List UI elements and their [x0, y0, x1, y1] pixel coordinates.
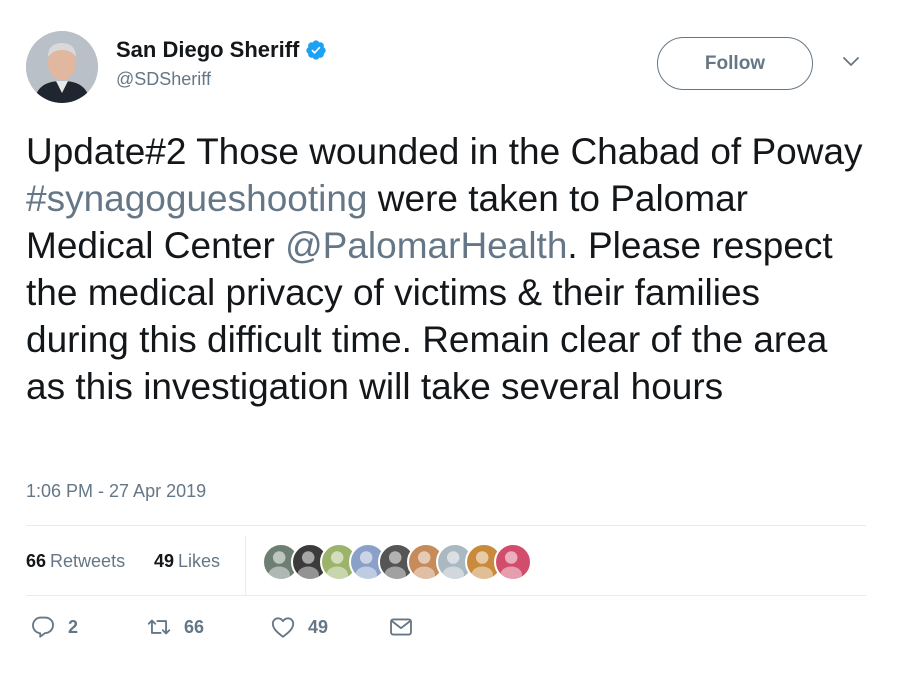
author-avatar-image [26, 31, 98, 103]
retweet-icon [147, 619, 171, 635]
author-handle[interactable]: @SDSheriff [116, 69, 327, 90]
envelope-icon [390, 618, 412, 636]
retweets-count: 66 [26, 551, 47, 571]
hashtag-link[interactable]: #synagogueshooting [26, 178, 368, 219]
reply-icon [32, 616, 54, 638]
follow-button[interactable]: Follow [657, 37, 813, 90]
divider [26, 595, 866, 596]
tweet-timestamp[interactable]: 1:06 PM - 27 Apr 2019 [26, 481, 206, 502]
chevron-down-icon[interactable] [842, 53, 860, 71]
likes-label: Likes [178, 551, 221, 571]
author-avatar[interactable] [26, 31, 98, 103]
author-display-name-text: San Diego Sheriff [116, 37, 300, 62]
heart-icon [271, 617, 295, 638]
retweets-stat[interactable]: 66 Retweets [26, 551, 125, 572]
like-count: 49 [308, 616, 329, 637]
avatar-woman-photo[interactable] [494, 543, 532, 581]
reply-button[interactable]: 2 [30, 614, 78, 640]
tweet-stats: 66 Retweets 49 Likes [26, 536, 866, 596]
likes-count: 49 [154, 551, 175, 571]
tweet-text: Update#2 Those wounded in the Chabad of … [26, 128, 866, 410]
verified-badge-icon [306, 40, 326, 60]
author-names: San Diego Sheriff @SDSheriff [116, 37, 327, 90]
divider [26, 525, 866, 526]
likes-stat[interactable]: 49 Likes [154, 551, 220, 572]
stats-divider [245, 536, 246, 595]
retweet-button[interactable]: 66 [146, 614, 204, 640]
tweet-header: San Diego Sheriff @SDSheriff Follow [26, 31, 866, 103]
like-button[interactable]: 49 [270, 614, 328, 640]
direct-message-button[interactable] [388, 614, 414, 640]
retweets-label: Retweets [50, 551, 126, 571]
mention-link[interactable]: @PalomarHealth [285, 225, 567, 266]
tweet-actions: 2 66 49 [26, 614, 866, 650]
retweet-count: 66 [184, 616, 205, 637]
author-display-name[interactable]: San Diego Sheriff [116, 37, 327, 63]
reply-count: 2 [68, 616, 79, 637]
tweet-text-segment: Update#2 Those wounded in the Chabad of … [26, 131, 873, 172]
